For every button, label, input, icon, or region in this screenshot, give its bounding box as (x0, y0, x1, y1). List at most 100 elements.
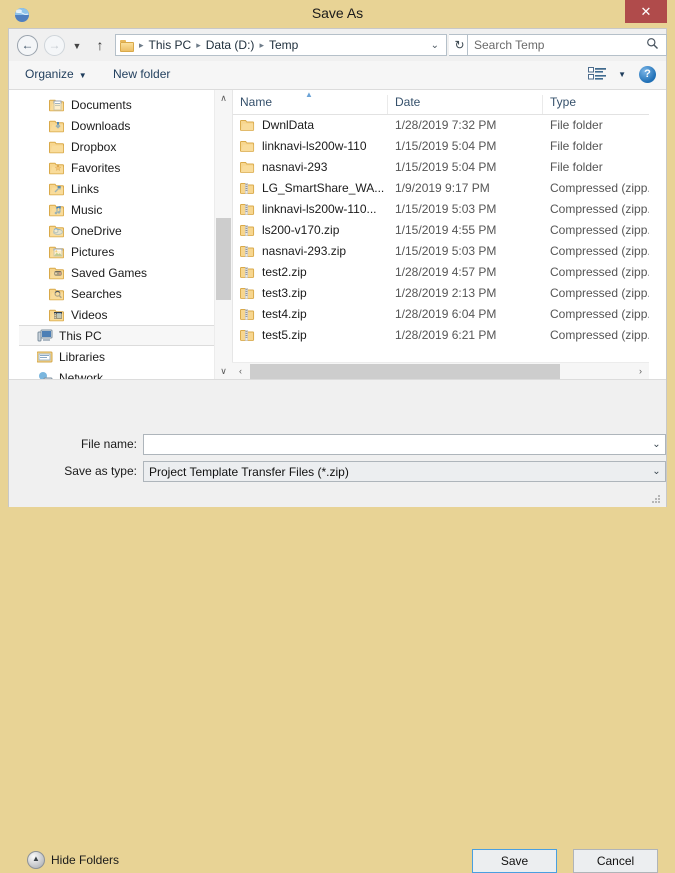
tree-scroll-down-button[interactable]: ∨ (215, 363, 232, 380)
cell-name: test2.zip (240, 265, 390, 279)
folder-downloads-icon (49, 119, 65, 133)
tree-scrollbar-thumb[interactable] (216, 218, 231, 300)
back-button[interactable]: ← (17, 35, 38, 56)
command-toolbar: Organize ▼ New folder ▼ ? (9, 61, 666, 90)
folder-onedrive-icon (49, 224, 65, 238)
sidebar-item-label: Favorites (71, 161, 120, 175)
sidebar-item-this-pc[interactable]: This PC (19, 325, 214, 346)
recent-locations-caret-icon[interactable]: ▼ (71, 40, 83, 52)
forward-button[interactable]: → (44, 35, 65, 56)
sidebar-item-onedrive[interactable]: OneDrive (19, 220, 214, 241)
sidebar-item-dropbox[interactable]: Dropbox (19, 136, 214, 157)
cell-name: linknavi-ls200w-110... (240, 202, 390, 216)
sidebar-item-label: Documents (71, 98, 132, 112)
sidebar-item-music[interactable]: Music (19, 199, 214, 220)
hscroll-left-button[interactable]: ‹ (232, 363, 249, 380)
breadcrumb-this-pc[interactable]: This PC (147, 38, 194, 52)
table-row[interactable]: test2.zip1/28/2019 4:57 PMCompressed (zi… (233, 262, 649, 283)
sidebar-item-links[interactable]: Links (19, 178, 214, 199)
libraries-icon (37, 350, 53, 364)
sidebar-item-videos[interactable]: Videos (19, 304, 214, 325)
breadcrumb-separator-1: ▸ (193, 40, 204, 51)
table-row[interactable]: test4.zip1/28/2019 6:04 PMCompressed (zi… (233, 304, 649, 325)
folder-icon (120, 39, 134, 51)
cell-type: Compressed (zipp... (550, 286, 649, 300)
cell-date: 1/15/2019 5:03 PM (395, 202, 545, 216)
sidebar-item-label: Saved Games (71, 266, 147, 280)
sidebar-item-libraries[interactable]: Libraries (19, 346, 214, 367)
help-button[interactable]: ? (639, 66, 656, 83)
table-row[interactable]: nasnavi-2931/15/2019 5:04 PMFile folder (233, 157, 649, 178)
organize-label: Organize (25, 67, 74, 81)
column-header-date[interactable]: Date (388, 95, 543, 114)
table-row[interactable]: test3.zip1/28/2019 2:13 PMCompressed (zi… (233, 283, 649, 304)
chevron-down-icon: ▼ (79, 71, 87, 80)
cell-name: test4.zip (240, 307, 390, 321)
cell-date: 1/28/2019 6:21 PM (395, 328, 545, 342)
cell-name: linknavi-ls200w-110 (240, 139, 390, 153)
organize-button[interactable]: Organize ▼ (25, 67, 87, 81)
address-bar[interactable]: ▸ This PC ▸ Data (D:) ▸ Temp ⌄ (115, 34, 447, 56)
sidebar-item-searches[interactable]: Searches (19, 283, 214, 304)
file-name-combo[interactable]: ⌄ (143, 434, 666, 455)
cell-date: 1/28/2019 2:13 PM (395, 286, 545, 300)
tree-scroll-up-button[interactable]: ∧ (215, 90, 232, 107)
cancel-button[interactable]: Cancel (573, 849, 658, 873)
search-icon (639, 37, 666, 53)
table-row[interactable]: ls200-v170.zip1/15/2019 4:55 PMCompresse… (233, 220, 649, 241)
sidebar-item-label: Libraries (59, 350, 105, 364)
breadcrumb-data-d[interactable]: Data (D:) (204, 38, 257, 52)
folder-icon (49, 140, 65, 154)
new-folder-button[interactable]: New folder (113, 67, 170, 81)
resize-grip-icon[interactable] (651, 493, 661, 503)
sidebar-item-pictures[interactable]: Pictures (19, 241, 214, 262)
save-form: File name: ⌄ Save as type: Project Templ… (9, 379, 666, 507)
file-list-horizontal-scrollbar[interactable]: ‹ › (232, 362, 649, 380)
sidebar-item-downloads[interactable]: Downloads (19, 115, 214, 136)
up-one-level-button[interactable]: ↑ (93, 37, 107, 53)
table-row[interactable]: LG_SmartShare_WA...1/9/2019 9:17 PMCompr… (233, 178, 649, 199)
table-row[interactable]: linknavi-ls200w-1101/15/2019 5:04 PMFile… (233, 136, 649, 157)
view-layout-icon[interactable] (588, 67, 608, 82)
search-input[interactable] (468, 37, 639, 53)
folder-music-icon (49, 203, 65, 217)
sidebar-item-label: This PC (59, 329, 102, 343)
save-as-type-combo[interactable]: Project Template Transfer Files (*.zip) … (143, 461, 666, 482)
sidebar-item-favorites[interactable]: Favorites (19, 157, 214, 178)
save-as-type-dropdown-icon[interactable]: ⌄ (648, 466, 665, 477)
cell-date: 1/28/2019 7:32 PM (395, 118, 545, 132)
table-row[interactable]: nasnavi-293.zip1/15/2019 5:03 PMCompress… (233, 241, 649, 262)
file-name-dropdown-icon[interactable]: ⌄ (648, 439, 665, 450)
sidebar-item-label: OneDrive (71, 224, 122, 238)
column-header-type[interactable]: Type (543, 95, 649, 114)
breadcrumb-temp[interactable]: Temp (267, 38, 300, 52)
table-row[interactable]: DwnlData1/28/2019 7:32 PMFile folder (233, 115, 649, 136)
tree-vertical-scrollbar[interactable]: ∧ ∨ (214, 90, 232, 380)
title-bar: Save As ✕ (0, 0, 675, 28)
hide-folders-button[interactable]: ▲ Hide Folders (27, 851, 119, 869)
column-header-name[interactable]: Name (233, 95, 388, 114)
cell-name: nasnavi-293 (240, 160, 390, 174)
save-as-type-value: Project Template Transfer Files (*.zip) (144, 465, 648, 479)
search-box[interactable] (467, 34, 667, 56)
folder-pictures-icon (49, 245, 65, 259)
cell-type: Compressed (zipp... (550, 265, 649, 279)
cell-name: ls200-v170.zip (240, 223, 390, 237)
cell-type: File folder (550, 118, 649, 132)
folder-searches-icon (49, 287, 65, 301)
address-dropdown-icon[interactable]: ⌄ (424, 40, 446, 51)
save-button[interactable]: Save (472, 849, 557, 873)
close-button[interactable]: ✕ (625, 0, 667, 23)
table-row[interactable]: linknavi-ls200w-110...1/15/2019 5:03 PMC… (233, 199, 649, 220)
file-name-input[interactable] (144, 437, 648, 453)
hscroll-right-button[interactable]: › (632, 363, 649, 380)
sidebar-item-documents[interactable]: Documents (19, 94, 214, 115)
view-dropdown-caret-icon[interactable]: ▼ (618, 70, 626, 79)
hscrollbar-thumb[interactable] (250, 364, 560, 379)
sidebar-item-saved-games[interactable]: Saved Games (19, 262, 214, 283)
table-row[interactable]: test5.zip1/28/2019 6:21 PMCompressed (zi… (233, 325, 649, 346)
file-list-header: ▲ Name Date Type (233, 90, 649, 115)
cell-date: 1/9/2019 9:17 PM (395, 181, 545, 195)
cell-date: 1/15/2019 4:55 PM (395, 223, 545, 237)
folder-documents-icon (49, 98, 65, 112)
